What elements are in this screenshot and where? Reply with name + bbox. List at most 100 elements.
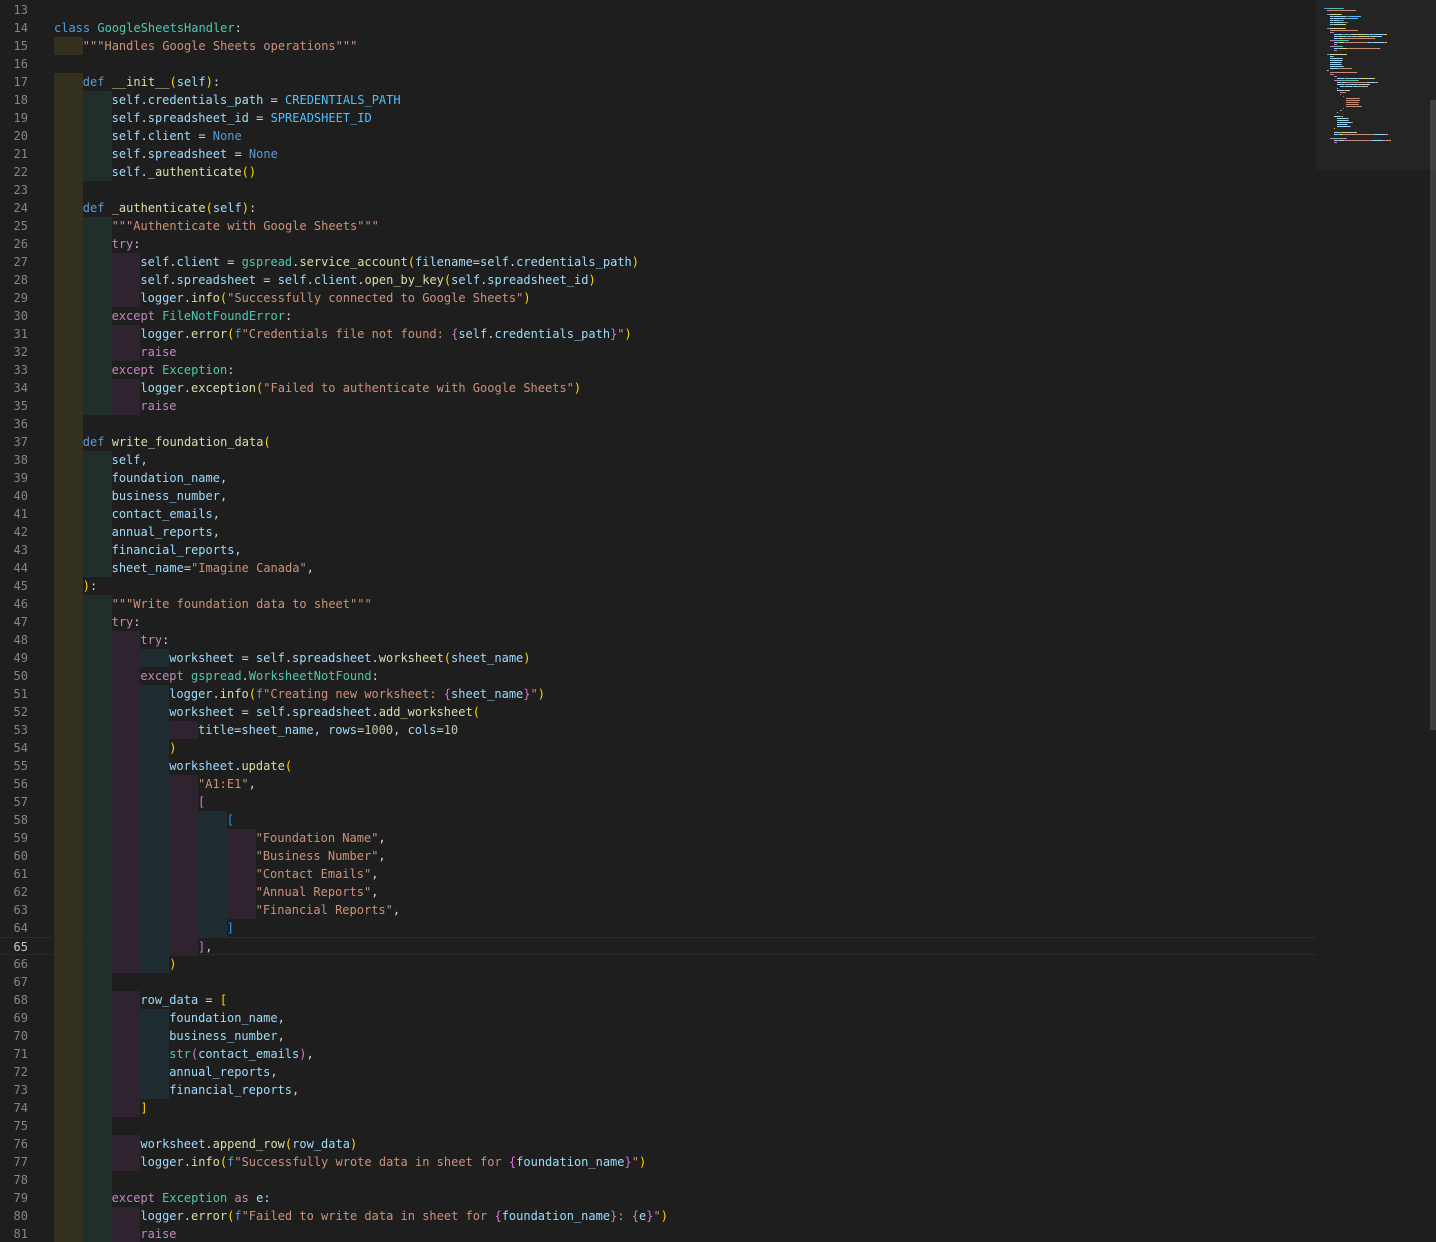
- code-line[interactable]: 76 worksheet.append_row(row_data): [0, 1135, 1316, 1153]
- code-line[interactable]: 25 """Authenticate with Google Sheets""": [0, 217, 1316, 235]
- code-line[interactable]: 35 raise: [0, 397, 1316, 415]
- code-token: try: [140, 633, 163, 647]
- code-line[interactable]: 54): [0, 739, 1316, 757]
- code-line[interactable]: 28 self.spreadsheet = self.client.open_by…: [0, 271, 1316, 289]
- code-text: worksheet = self.spreadsheet.add_workshe…: [169, 703, 480, 721]
- code-line[interactable]: 51 logger.info(f"Creating new worksheet: …: [0, 685, 1316, 703]
- code-line[interactable]: 61 "Contact Emails",: [0, 865, 1316, 883]
- code-line[interactable]: 29 logger.info("Successfully connected to…: [0, 289, 1316, 307]
- indent-guide: [111, 289, 141, 307]
- code-line[interactable]: 68 row_data = [: [0, 991, 1316, 1009]
- code-line[interactable]: 27 self.client = gspread.service_account(…: [0, 253, 1316, 271]
- code-line[interactable]: 46 """Write foundation data to sheet""": [0, 595, 1316, 613]
- indent-guide: [82, 847, 112, 865]
- minimap-slider[interactable]: [1316, 0, 1436, 170]
- code-line[interactable]: 17 def __init__(self):: [0, 73, 1316, 91]
- code-line[interactable]: 53 title=sheet_name, rows=1000, cols=10: [0, 721, 1316, 739]
- code-line[interactable]: 55 worksheet.update(: [0, 757, 1316, 775]
- code-line[interactable]: 20 self.client = None: [0, 127, 1316, 145]
- code-line[interactable]: 77 logger.info(f"Successfully wrote data …: [0, 1153, 1316, 1171]
- code-line[interactable]: 18 self.credentials_path = CREDENTIALS_PA…: [0, 91, 1316, 109]
- code-line[interactable]: 19 self.spreadsheet_id = SPREADSHEET_ID: [0, 109, 1316, 127]
- code-line[interactable]: 56 "A1:E1",: [0, 775, 1316, 793]
- code-line[interactable]: 69 foundation_name,: [0, 1009, 1316, 1027]
- code-line[interactable]: 36: [0, 415, 1316, 433]
- code-text: foundation_name,: [169, 1009, 285, 1027]
- code-line[interactable]: 14 class GoogleSheetsHandler:: [0, 19, 1316, 37]
- code-token: (: [407, 255, 415, 269]
- code-line[interactable]: 81 raise: [0, 1225, 1316, 1242]
- code-line[interactable]: 72 annual_reports,: [0, 1063, 1316, 1081]
- code-line[interactable]: 63 "Financial Reports",: [0, 901, 1316, 919]
- code-line[interactable]: 43 financial_reports,: [0, 541, 1316, 559]
- indent-guide: [82, 1189, 112, 1207]
- code-line[interactable]: 16: [0, 55, 1316, 73]
- code-token: {: [443, 687, 452, 701]
- code-line[interactable]: 15 """Handles Google Sheets operations""": [0, 37, 1316, 55]
- code-line[interactable]: 37 def write_foundation_data(: [0, 433, 1316, 451]
- code-line[interactable]: 22 self._authenticate(): [0, 163, 1316, 181]
- indent-guide: [54, 235, 83, 253]
- code-line[interactable]: 80 logger.error(f"Failed to write data in…: [0, 1207, 1316, 1225]
- code-line[interactable]: 70 business_number,: [0, 1027, 1316, 1045]
- code-editor[interactable]: 13 14 class GoogleSheetsHandler: 15 """Handl…: [0, 0, 1316, 1242]
- code-line[interactable]: 38 self,: [0, 451, 1316, 469]
- code-token: business_number: [111, 489, 220, 503]
- code-line[interactable]: 57 [: [0, 793, 1316, 811]
- code-line[interactable]: 52 worksheet = self.spreadsheet.add_works…: [0, 703, 1316, 721]
- code-line[interactable]: 59 "Foundation Name",: [0, 829, 1316, 847]
- code-token: worksheet: [169, 651, 235, 665]
- code-line[interactable]: 31 logger.error(f"Credentials file not fo…: [0, 325, 1316, 343]
- vertical-scrollbar[interactable]: [1430, 100, 1436, 730]
- code-line[interactable]: 40 business_number,: [0, 487, 1316, 505]
- code-line[interactable]: 44 sheet_name="Imagine Canada",: [0, 559, 1316, 577]
- code-line[interactable]: 78: [0, 1171, 1316, 1189]
- code-token: _authenticate: [111, 201, 206, 215]
- code-line[interactable]: 75: [0, 1117, 1316, 1135]
- code-token: :: [212, 75, 221, 89]
- code-line[interactable]: 23: [0, 181, 1316, 199]
- indent-guide: [54, 1081, 83, 1099]
- code-line[interactable]: 73 financial_reports,: [0, 1081, 1316, 1099]
- code-line[interactable]: 50 except gspread.WorksheetNotFound:: [0, 667, 1316, 685]
- minimap[interactable]: [1316, 0, 1436, 1242]
- code-token: row_data: [140, 993, 199, 1007]
- code-line[interactable]: 66): [0, 955, 1316, 973]
- code-line[interactable]: 39 foundation_name,: [0, 469, 1316, 487]
- indent-guide: [140, 1081, 170, 1099]
- code-line[interactable]: 47 try:: [0, 613, 1316, 631]
- code-token: financial_reports: [169, 1083, 293, 1097]
- code-line[interactable]: 13: [0, 1, 1316, 19]
- code-line[interactable]: 67: [0, 973, 1316, 991]
- code-line[interactable]: 41 contact_emails,: [0, 505, 1316, 523]
- indent-guide: [111, 1099, 141, 1117]
- code-line[interactable]: 45):: [0, 577, 1316, 595]
- code-token: self: [458, 327, 488, 341]
- code-line[interactable]: 30 except FileNotFoundError:: [0, 307, 1316, 325]
- code-line[interactable]: 79 except Exception as e:: [0, 1189, 1316, 1207]
- code-line[interactable]: 62 "Annual Reports",: [0, 883, 1316, 901]
- code-line[interactable]: 65],: [0, 937, 1316, 956]
- code-line[interactable]: 58 [: [0, 811, 1316, 829]
- code-line[interactable]: 64]: [0, 919, 1316, 937]
- code-line[interactable]: 60 "Business Number",: [0, 847, 1316, 865]
- code-line[interactable]: 48 try:: [0, 631, 1316, 649]
- code-line[interactable]: 21 self.spreadsheet = None: [0, 145, 1316, 163]
- indent-guide: [54, 667, 83, 685]
- code-text: logger.info("Successfully connected to G…: [140, 289, 530, 307]
- indent-guide: [140, 955, 170, 973]
- code-line[interactable]: 32 raise: [0, 343, 1316, 361]
- code-token: client: [176, 255, 220, 269]
- code-line[interactable]: 34 logger.exception("Failed to authentica…: [0, 379, 1316, 397]
- code-line[interactable]: 24 def _authenticate(self):: [0, 199, 1316, 217]
- code-line[interactable]: 42 annual_reports,: [0, 523, 1316, 541]
- code-line[interactable]: 71 str(contact_emails),: [0, 1045, 1316, 1063]
- code-line[interactable]: 49 worksheet = self.spreadsheet.worksheet…: [0, 649, 1316, 667]
- indent-guide: [111, 1063, 141, 1081]
- code-line[interactable]: 26 try:: [0, 235, 1316, 253]
- code-line[interactable]: 74]: [0, 1099, 1316, 1117]
- line-number: 78: [13, 1173, 28, 1187]
- code-token: =: [436, 723, 444, 737]
- code-line[interactable]: 33 except Exception:: [0, 361, 1316, 379]
- indent-guide: [111, 397, 141, 415]
